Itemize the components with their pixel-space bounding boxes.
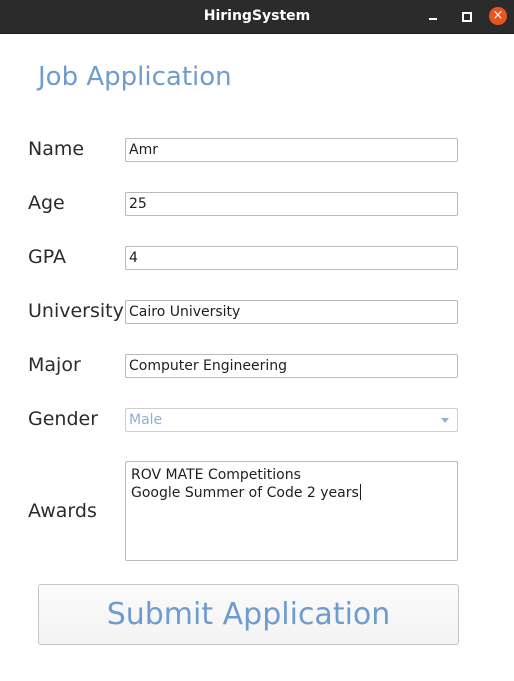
major-value: Computer Engineering [129,358,288,374]
close-button[interactable]: × [489,7,507,25]
awards-label: Awards [28,500,97,522]
title-bar[interactable]: HiringSystem × [0,0,514,34]
application-window: HiringSystem × Job Application Name Amr … [0,0,514,681]
gender-label: Gender [28,408,99,430]
gender-selected-value: Male [129,412,163,428]
major-label: Major [28,354,81,376]
gpa-field[interactable]: 4 [125,246,458,270]
chevron-down-icon[interactable] [441,418,449,423]
age-field[interactable]: 25 [125,192,458,216]
page-title: Job Application [38,62,232,92]
submit-application-button[interactable]: Submit Application [38,584,459,645]
awards-line-container: Google Summer of Code 2 years [131,484,361,502]
gpa-label: GPA [28,246,66,268]
text-cursor [359,484,361,500]
minimize-icon[interactable] [424,7,442,25]
close-icon: × [492,8,504,23]
age-label: Age [28,192,65,214]
awards-textarea[interactable]: ROV MATE Competitions Google Summer of C… [125,461,458,561]
age-value: 25 [129,196,147,212]
name-field[interactable]: Amr [125,138,458,162]
awards-line: ROV MATE Competitions [131,467,301,483]
maximize-icon[interactable] [457,7,475,25]
university-label: University [28,300,124,322]
university-field[interactable]: Cairo University [125,300,458,324]
major-field[interactable]: Computer Engineering [125,354,458,378]
university-value: Cairo University [129,304,241,320]
name-label: Name [28,138,85,160]
name-value: Amr [129,142,158,158]
awards-line: Google Summer of Code 2 years [131,485,359,501]
gpa-value: 4 [129,250,138,266]
gender-select[interactable]: Male [125,408,458,432]
